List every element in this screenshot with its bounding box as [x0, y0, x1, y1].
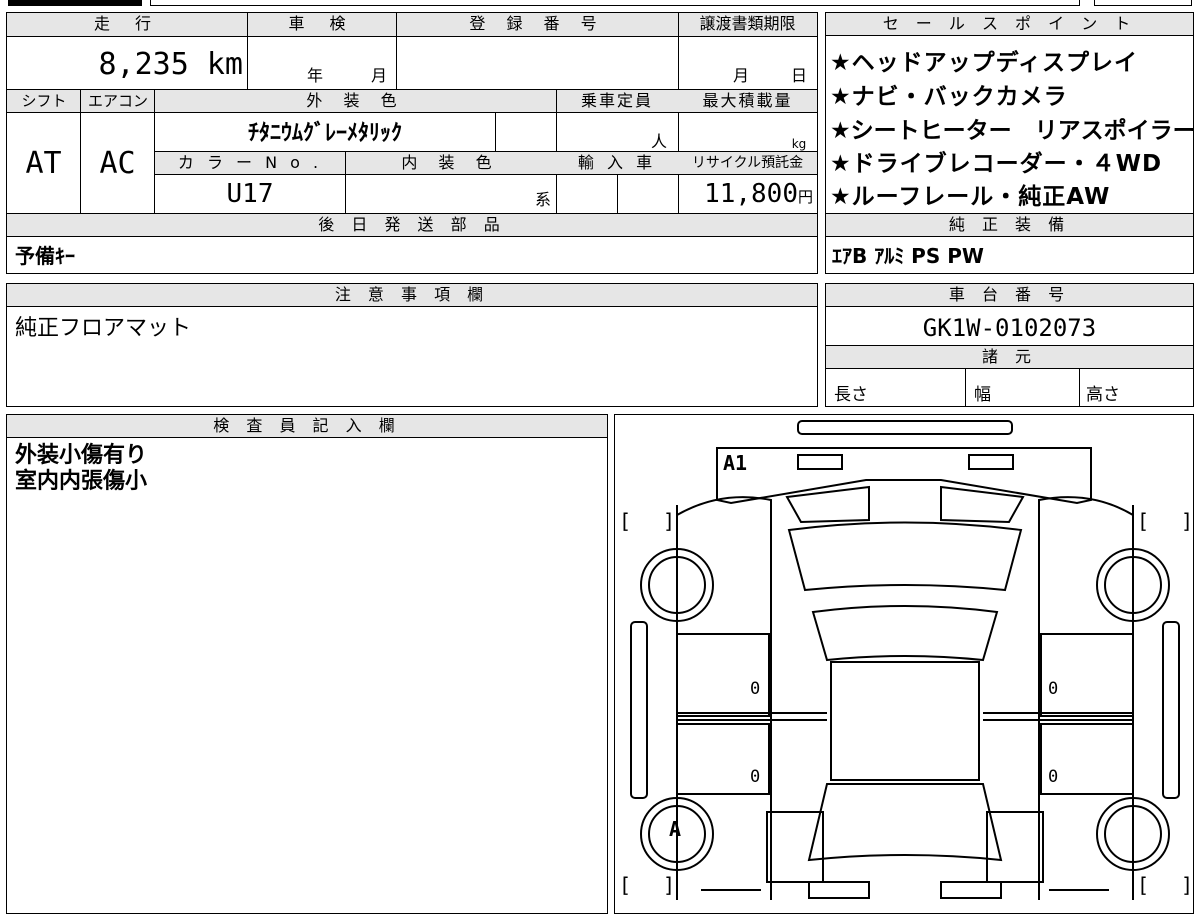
- spec-length: 長さ: [834, 385, 868, 405]
- recycle-fee-value: 11,800: [704, 179, 798, 209]
- damage-mark-right-door-2: 0: [1048, 767, 1059, 787]
- notes-content: 純正フロアマット: [15, 316, 192, 341]
- chassis-number: GK1W-0102073: [922, 314, 1097, 342]
- top-strip: [150, 0, 1080, 6]
- notes-header: 注 意 事 項 欄: [7, 284, 817, 307]
- sales-point-1: ★ヘッドアップディスプレイ: [830, 50, 1139, 76]
- notes-section: 注 意 事 項 欄 純正フロアマット: [6, 283, 818, 407]
- bracket-rear-right-close: ]: [1181, 509, 1194, 533]
- inspection-header: 車 検: [288, 14, 356, 33]
- equipment-header: 純 正 装 備: [826, 214, 1193, 237]
- recycle-fee-header: リサイクル預託金: [691, 155, 804, 171]
- later-shipping-header: 後 日 発 送 部 品: [7, 214, 817, 237]
- damage-mark-right-door-1: 0: [1048, 679, 1059, 699]
- exterior-color-value: ﾁﾀﾆｳﾑｸﾞﾚｰﾒﾀﾘｯｸ: [247, 121, 402, 146]
- damage-mark-left-door-2: 0: [750, 767, 761, 787]
- spec-width: 幅: [974, 385, 991, 405]
- later-shipping-content: 予備ｷｰ: [15, 244, 75, 268]
- aircon-value: AC: [99, 146, 136, 181]
- inspection-year-unit: 年: [306, 66, 323, 85]
- sales-point-3: ★シートヒーター リアスポイラー: [830, 118, 1196, 144]
- transfer-deadline-header: 譲渡書類期限: [699, 14, 796, 33]
- inspector-header: 検 査 員 記 入 欄: [7, 415, 607, 438]
- bracket-rear-right-open: [: [1137, 509, 1150, 533]
- specs-header: 諸 元: [981, 347, 1038, 366]
- exterior-color-header: 外 装 色: [306, 91, 405, 110]
- max-load-header: 最大積載量: [702, 91, 793, 110]
- bracket-front-left-open: [: [619, 873, 632, 897]
- inspection-month-unit: 月: [370, 66, 387, 85]
- mileage-value: 8,235 km: [98, 47, 244, 82]
- bracket-front-right-open: [: [1137, 873, 1150, 897]
- inspector-section: 検 査 員 記 入 欄 外装小傷有り 室内内張傷小: [6, 414, 608, 914]
- registration-header: 登 録 番 号: [469, 14, 605, 33]
- color-no-value: U17: [226, 179, 274, 209]
- mileage-header: 走 行: [93, 14, 162, 33]
- recycle-fee-unit: 円: [797, 188, 813, 206]
- interior-color-header: 内 装 色: [401, 153, 500, 172]
- spec-height: 高さ: [1086, 385, 1120, 405]
- shift-header: シフト: [21, 92, 67, 110]
- color-no-header: カ ラ ー N o .: [177, 153, 323, 172]
- top-black-bar: [8, 0, 142, 6]
- capacity-header: 乗車定員: [580, 91, 653, 110]
- damage-mark-a1: A1: [723, 451, 748, 475]
- damage-mark-left-door-1: 0: [750, 679, 761, 699]
- inspector-line-1: 外装小傷有り: [15, 443, 148, 468]
- transfer-day-unit: 日: [790, 66, 807, 85]
- car-outline: [630, 420, 1180, 900]
- chassis-section: 車 台 番 号 GK1W-0102073 諸 元 長さ 幅 高さ: [825, 283, 1194, 407]
- inspector-line-2: 室内内張傷小: [15, 469, 148, 494]
- bracket-front-right-close: ]: [1181, 873, 1194, 897]
- damage-mark-a: A: [669, 817, 682, 841]
- bracket-rear-left-open: [: [619, 509, 632, 533]
- bracket-rear-left-close: ]: [663, 509, 676, 533]
- later-shipping-section: 後 日 発 送 部 品 予備ｷｰ: [6, 213, 818, 274]
- aircon-header: エアコン: [87, 92, 148, 110]
- top-strip-right: [1094, 0, 1192, 6]
- vehicle-record-table: 走 行 車 検 登 録 番 号 譲渡書類期限 8,235 km 年 月 月 日 …: [6, 12, 818, 214]
- equipment-section: 純 正 装 備 ｴｱB ｱﾙﾐ PS PW: [825, 213, 1194, 274]
- shift-value: AT: [25, 146, 62, 181]
- chassis-header: 車 台 番 号: [826, 284, 1193, 307]
- bracket-front-left-close: ]: [663, 873, 676, 897]
- transfer-month-unit: 月: [732, 66, 749, 85]
- interior-color-unit: 系: [534, 190, 551, 209]
- sales-point-4: ★ドライブレコーダー・４WD: [830, 151, 1163, 177]
- sales-points-header: セ ー ル ス ポ イ ン ト: [826, 13, 1193, 36]
- sales-points-section: セ ー ル ス ポ イ ン ト ★ヘッドアップディスプレイ ★ナビ・バックカメラ…: [825, 12, 1196, 214]
- capacity-unit: 人: [650, 132, 667, 151]
- sales-point-2: ★ナビ・バックカメラ: [830, 84, 1068, 110]
- equipment-content: ｴｱB ｱﾙﾐ PS PW: [832, 244, 984, 268]
- vehicle-damage-diagram: A1 A 0 0 0 0 [ ] [ ] [ ] [ ]: [614, 414, 1194, 914]
- sales-point-5: ★ルーフレール・純正AW: [830, 184, 1111, 210]
- import-header: 輸 入 車: [577, 153, 657, 172]
